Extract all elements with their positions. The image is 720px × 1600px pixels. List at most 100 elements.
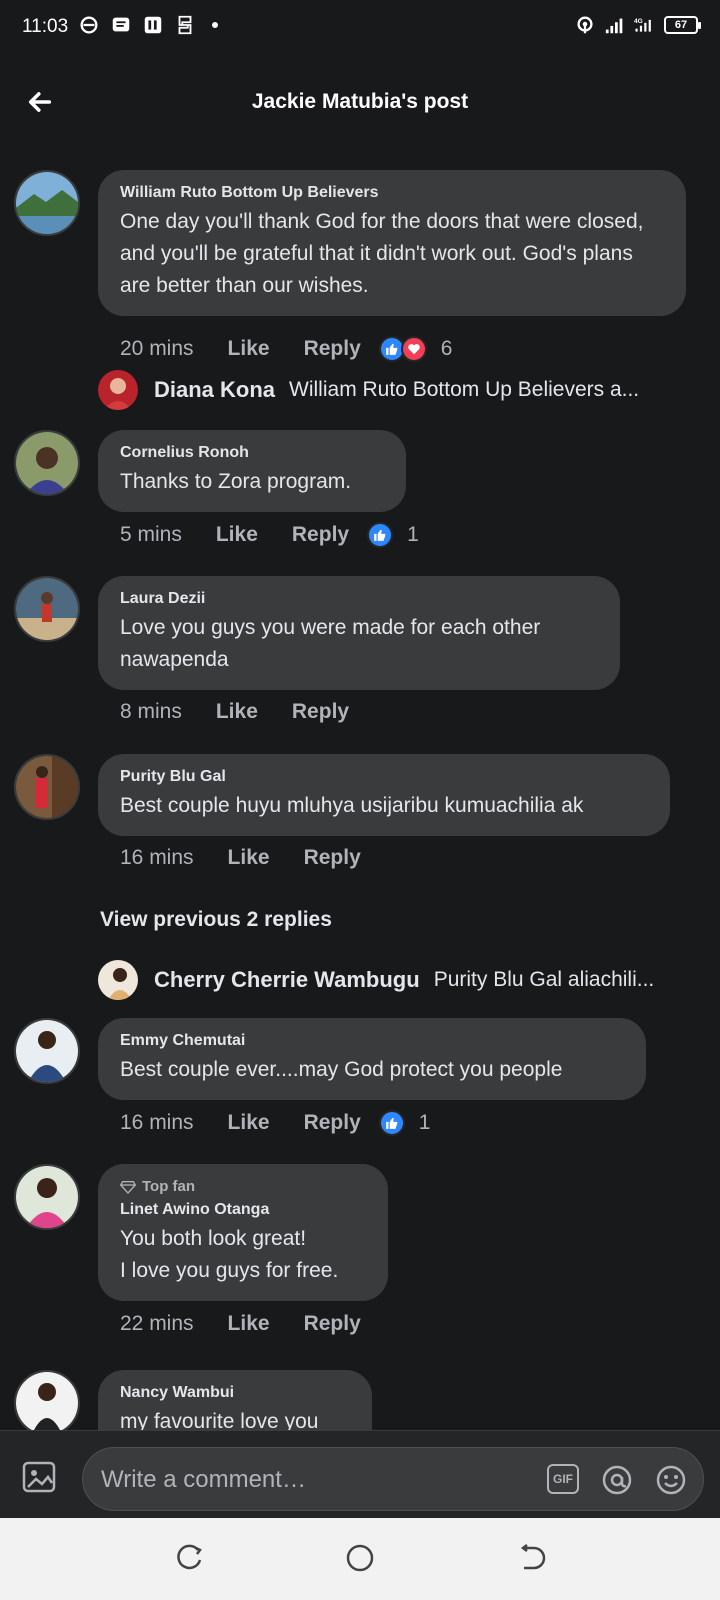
avatar <box>98 960 138 1000</box>
comment-input[interactable]: Write a comment… GIF <box>82 1447 704 1511</box>
like-button[interactable]: Like <box>228 846 270 870</box>
commenter-name[interactable]: Nancy Wambui <box>120 1384 350 1402</box>
post-header: Jackie Matubia's post <box>0 70 720 140</box>
mention-icon[interactable] <box>601 1464 633 1496</box>
comment-actions: 16 mins Like Reply <box>120 846 395 870</box>
avatar[interactable] <box>14 754 80 820</box>
status-time: 11:03 <box>22 16 69 37</box>
signal-4g-icon: 4G <box>634 18 651 32</box>
reply-button[interactable]: Reply <box>304 337 361 361</box>
reply-preview[interactable]: Cherry Cherrie Wambugu Purity Blu Gal al… <box>98 960 698 1000</box>
avatar[interactable] <box>14 1164 80 1230</box>
battery-icon: 67 <box>664 16 701 34</box>
like-button[interactable]: Like <box>228 1312 270 1336</box>
home-icon[interactable] <box>342 1540 378 1576</box>
back-nav-icon[interactable] <box>512 1540 548 1576</box>
reply-button[interactable]: Reply <box>304 1111 361 1135</box>
comment-bubble[interactable]: Cornelius Ronoh Thanks to Zora program. <box>98 430 406 512</box>
diamond-icon <box>120 1180 136 1194</box>
hotspot-icon <box>577 16 593 34</box>
comment-text: Best couple huyu mluhya usijaribu kumuac… <box>120 794 584 817</box>
document-icon <box>144 16 162 34</box>
comment-actions: 5 mins Like Reply 1 <box>120 522 419 548</box>
comment-text: Best couple ever....may God protect you … <box>120 1058 563 1081</box>
avatar[interactable] <box>14 1018 80 1084</box>
like-button[interactable]: Like <box>228 1111 270 1135</box>
reaction-count: 1 <box>407 523 419 546</box>
reply-button[interactable]: Reply <box>304 1312 361 1336</box>
avatar[interactable] <box>14 1370 80 1430</box>
like-button[interactable]: Like <box>216 700 258 724</box>
comment-bubble[interactable]: Laura Dezii Love you guys you were made … <box>98 576 620 690</box>
commenter-name[interactable]: William Ruto Bottom Up Believers <box>120 184 664 202</box>
comments-feed[interactable]: William Ruto Bottom Up Believers One day… <box>0 160 720 1430</box>
more-notifications-dot <box>212 22 218 28</box>
avatar <box>98 370 138 410</box>
reply-author: Cherry Cherrie Wambugu <box>154 967 420 992</box>
avatar-landscape-image <box>16 172 78 234</box>
avatar[interactable] <box>14 576 80 642</box>
cloud-sync-icon <box>80 16 98 34</box>
comment-bubble[interactable]: Nancy Wambui my favourite love you <box>98 1370 372 1430</box>
reply-preview[interactable]: Diana Kona William Ruto Bottom Up Believ… <box>98 370 698 410</box>
commenter-name[interactable]: Purity Blu Gal <box>120 768 648 786</box>
reply-button[interactable]: Reply <box>292 700 349 724</box>
comment-time[interactable]: 20 mins <box>120 337 194 361</box>
message-icon <box>112 17 130 32</box>
like-button[interactable]: Like <box>216 523 258 547</box>
recent-apps-icon[interactable] <box>172 1540 208 1576</box>
reply-text: William Ruto Bottom Up Believers a... <box>289 378 640 401</box>
comment-composer: Write a comment… GIF <box>0 1430 720 1518</box>
system-nav-bar <box>0 1518 720 1600</box>
composer-actions: GIF <box>547 1464 687 1496</box>
app-icon <box>178 15 192 35</box>
reaction-count: 1 <box>418 1111 431 1134</box>
comment-bubble[interactable]: William Ruto Bottom Up Believers One day… <box>98 170 686 316</box>
network-label: 4G <box>634 18 643 25</box>
avatar[interactable] <box>14 430 80 496</box>
reactions[interactable]: 1 <box>378 1110 431 1136</box>
page-title: Jackie Matubia's post <box>251 90 469 113</box>
reactions[interactable]: 1 <box>367 522 419 548</box>
love-reaction-icon <box>400 336 427 362</box>
reactions[interactable]: 6 <box>378 336 453 362</box>
comment-text: One day you'll thank God for the doors t… <box>120 210 644 297</box>
photo-icon[interactable] <box>20 1457 60 1497</box>
signal-icon <box>605 18 623 34</box>
comment-text: You both look great! I love you guys for… <box>120 1227 339 1282</box>
commenter-name[interactable]: Cornelius Ronoh <box>120 444 384 462</box>
badge-label: Top fan <box>142 1178 196 1195</box>
gif-icon[interactable]: GIF <box>547 1464 579 1494</box>
battery-level: 67 <box>674 19 688 31</box>
commenter-name[interactable]: Emmy Chemutai <box>120 1032 624 1050</box>
comment-bubble[interactable]: Emmy Chemutai Best couple ever....may Go… <box>98 1018 646 1100</box>
comment-actions: 8 mins Like Reply <box>120 700 383 724</box>
view-previous-replies-button[interactable]: View previous 2 replies <box>100 908 332 932</box>
comment-time[interactable]: 16 mins <box>120 846 194 870</box>
comment-text: Thanks to Zora program. <box>120 470 352 493</box>
top-fan-badge: Top fan <box>120 1178 366 1195</box>
emoji-icon[interactable] <box>655 1464 687 1496</box>
comment-actions: 22 mins Like Reply <box>120 1312 395 1336</box>
reply-button[interactable]: Reply <box>292 523 349 547</box>
reply-text: Purity Blu Gal aliachili... <box>433 968 655 991</box>
system-icons: 4G 67 <box>574 14 701 36</box>
comment-time[interactable]: 16 mins <box>120 1111 194 1135</box>
comment-time[interactable]: 22 mins <box>120 1312 194 1336</box>
status-bar: 11:03 4G 67 <box>0 0 720 56</box>
comment-actions: 16 mins Like Reply 1 <box>120 1110 430 1136</box>
commenter-name[interactable]: Laura Dezii <box>120 590 598 608</box>
like-reaction-icon <box>378 1110 405 1136</box>
commenter-name[interactable]: Linet Awino Otanga <box>120 1201 366 1219</box>
like-button[interactable]: Like <box>228 337 270 361</box>
comment-time[interactable]: 5 mins <box>120 523 182 547</box>
comment-text: my favourite love you <box>120 1410 319 1430</box>
comment-bubble[interactable]: Top fan Linet Awino Otanga You both look… <box>98 1164 388 1301</box>
reaction-count: 6 <box>440 337 453 360</box>
reply-author: Diana Kona <box>154 377 276 402</box>
comment-time[interactable]: 8 mins <box>120 700 182 724</box>
comment-placeholder: Write a comment… <box>101 1466 306 1493</box>
comment-bubble[interactable]: Purity Blu Gal Best couple huyu mluhya u… <box>98 754 670 836</box>
reply-button[interactable]: Reply <box>304 846 361 870</box>
avatar[interactable] <box>14 170 80 236</box>
